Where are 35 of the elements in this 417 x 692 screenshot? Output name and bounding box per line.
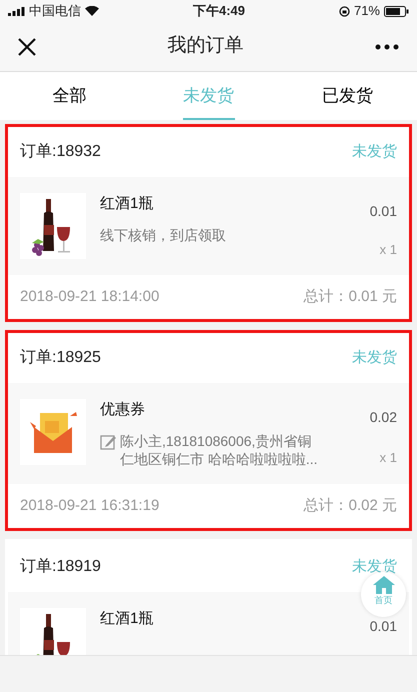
product-quantity: x 1 [380,449,397,468]
order-status: 未发货 [352,348,397,368]
order-number: 订单:18932 [20,142,101,162]
carrier-name: 中国电信 [29,2,81,20]
product-price: 0.01 [370,616,397,636]
order-tab[interactable]: 全部 [0,72,139,120]
order-date: 2018-09-21 16:31:19 [20,496,160,516]
product-name: 优惠券 [100,400,146,420]
product-price: 0.01 [370,202,397,221]
signal-icon [8,6,25,16]
order-card[interactable]: 订单:18925 未发货 优惠券 陈小主,18181086006,贵州省铜仁地区铜仁市 哈哈哈啦啦啦啦... 0.02 x 1 2018-09-21 16:31:19 总计：0.02 元 [5,330,412,531]
battery-percent: 71% [354,2,380,20]
order-date: 2018-09-21 18:14:00 [20,286,160,307]
battery-icon [384,6,409,16]
product-quantity: x 1 [380,240,397,258]
home-icon [372,576,394,594]
order-status: 未发货 [352,142,397,162]
order-total: 总计：0.01 元 [304,286,397,307]
clock-time: 下午4:49 [192,2,245,20]
order-number: 订单:18919 [20,556,101,577]
close-icon[interactable] [18,38,36,56]
more-icon[interactable] [375,44,399,50]
product-name: 红酒1瓶 [100,194,154,214]
product-price: 0.02 [370,408,397,427]
order-card[interactable]: 订单:18932 未发货 红酒1瓶 线下核销，到店领取 0.01 x 1 2018-09-21 18:14:00 总计：0.01 元 [5,124,412,322]
order-number: 订单:18925 [20,348,101,368]
order-total: 总计：0.02 元 [304,496,397,516]
product-name: 红酒1瓶 [100,608,154,629]
product-note: 陈小主,18181086006,贵州省铜仁地区铜仁市 哈哈哈啦啦啦啦... [120,432,319,468]
order-tab[interactable]: 已发货 [278,72,417,120]
rotation-lock-icon [338,6,350,16]
wifi-icon [85,6,99,16]
product-note: 线下核销，到店领取 [100,226,226,244]
edit-icon [100,434,116,450]
page-title: 我的订单 [168,34,244,58]
